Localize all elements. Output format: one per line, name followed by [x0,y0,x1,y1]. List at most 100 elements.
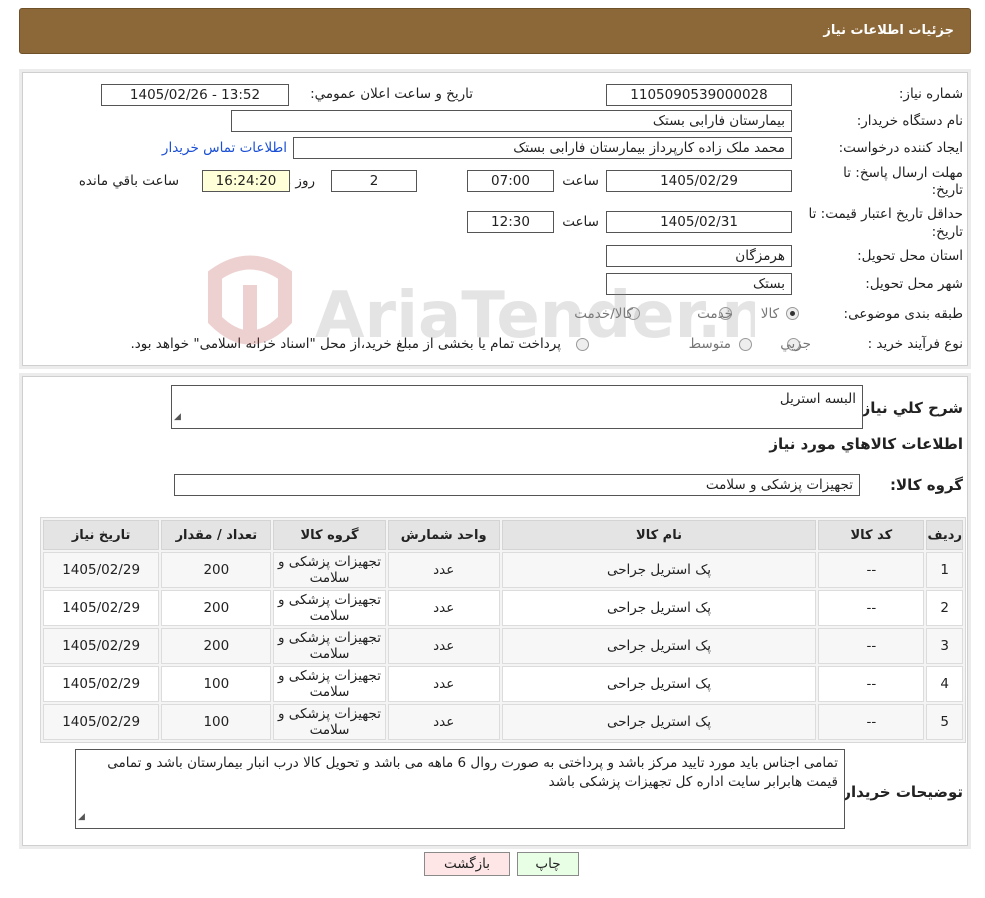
buyer-notes-label: توضیحات خریدار: [836,783,963,801]
process-treasury-radio[interactable] [576,338,589,351]
deadline-time-field: 07:00 [467,170,554,192]
cell-qty: 100 [161,666,272,702]
category-service-label: خدمت [697,306,733,322]
cell-name: پک استریل جراحی [501,628,817,664]
info-panel: شماره نیاز: 1105090539000028 تاریخ و ساع… [22,72,968,366]
cell-qty: 200 [161,552,272,588]
table-row: 3 -- پک استریل جراحی عدد تجهیزات پزشکی و… [43,628,963,664]
cell-row: 4 [926,666,963,702]
details-panel: شرح كلي نياز: البسه استریل ◢ اطلاعات كال… [22,376,968,846]
category-goods-radio[interactable] [786,307,799,320]
deadline-label-2: تاریخ: [931,182,963,198]
remaining-time-field: 16:24:20 [202,170,290,192]
process-note: پرداخت تمام یا بخشی از مبلغ خرید،از محل … [130,336,561,352]
announce-label: تاریخ و ساعت اعلان عمومي: [310,86,473,102]
validity-label: حداقل تاریخ اعتبار قیمت: تا [808,206,963,222]
col-group: گروه کالا [273,520,386,550]
group-field: تجهیزات پزشکی و سلامت [174,474,860,496]
print-button[interactable]: چاپ [517,852,579,876]
province-label: استان محل تحویل: [857,248,963,264]
cell-unit: عدد [387,628,500,664]
need-number-field: 1105090539000028 [606,84,792,106]
table-row: 4 -- پک استریل جراحی عدد تجهیزات پزشکی و… [43,666,963,702]
validity-label-2: تاریخ: [931,224,963,240]
need-number-label: شماره نیاز: [898,86,963,102]
process-medium-radio[interactable] [739,338,752,351]
cell-code: -- [818,704,925,740]
deadline-label: مهلت ارسال پاسخ: تا [843,165,963,181]
buyer-contact-link[interactable]: اطلاعات تماس خریدار [162,140,287,156]
cell-unit: عدد [387,666,500,702]
col-date: تاریخ نیاز [43,520,160,550]
announce-field: 1405/02/26 - 13:52 [101,84,289,106]
page-header: جزئیات اطلاعات نیاز [19,8,971,54]
items-heading: اطلاعات كالاهاي مورد نياز [769,435,963,453]
cell-unit: عدد [387,704,500,740]
cell-group: تجهیزات پزشکی و سلامت [273,704,386,740]
summary-textarea[interactable]: البسه استریل ◢ [171,385,863,429]
creator-label: ایجاد کننده درخواست: [838,140,963,156]
cell-qty: 200 [161,628,272,664]
cell-date: 1405/02/29 [43,704,160,740]
city-field: بستک [606,273,792,295]
cell-row: 3 [926,628,963,664]
cell-row: 5 [926,704,963,740]
col-row: رديف [926,520,963,550]
buyer-org-label: نام دستگاه خریدار: [856,113,963,129]
validity-time-field: 12:30 [467,211,554,233]
remaining-label: ساعت باقي مانده [78,173,179,189]
creator-field: محمد ملک زاده کارپرداز بیمارستان فارابی … [293,137,792,159]
validity-date-field: 1405/02/31 [606,211,792,233]
cell-group: تجهیزات پزشکی و سلامت [273,590,386,626]
cell-name: پک استریل جراحی [501,666,817,702]
cell-code: -- [818,628,925,664]
cell-date: 1405/02/29 [43,552,160,588]
days-field: 2 [331,170,417,192]
resize-grip-icon[interactable]: ◢ [174,408,181,427]
cell-qty: 200 [161,590,272,626]
summary-label: شرح كلي نياز: [855,399,963,417]
cell-unit: عدد [387,552,500,588]
category-label: طبقه بندی موضوعی: [843,306,963,322]
cell-date: 1405/02/29 [43,628,160,664]
table-row: 1 -- پک استریل جراحی عدد تجهیزات پزشکی و… [43,552,963,588]
buyer-notes-textarea[interactable]: تمامی اجناس باید مورد تایید مرکز باشد و … [75,749,845,829]
process-minor-label: جزيي [780,336,811,352]
cell-name: پک استریل جراحی [501,590,817,626]
cell-name: پک استریل جراحی [501,704,817,740]
buyer-org-field: بیمارستان فارابی بستک [231,110,792,132]
cell-group: تجهیزات پزشکی و سلامت [273,628,386,664]
col-code: کد کالا [818,520,925,550]
cell-code: -- [818,666,925,702]
province-field: هرمزگان [606,245,792,267]
deadline-date-field: 1405/02/29 [606,170,792,192]
process-medium-label: متوسط [688,336,731,352]
cell-group: تجهیزات پزشکی و سلامت [273,552,386,588]
city-label: شهر محل تحویل: [865,276,963,292]
page-title: جزئیات اطلاعات نیاز [823,23,954,38]
cell-unit: عدد [387,590,500,626]
items-table: رديف کد کالا نام کالا واحد شمارش گروه کا… [40,517,966,743]
group-label: گروه کالا: [890,476,963,494]
cell-date: 1405/02/29 [43,666,160,702]
col-unit: واحد شمارش [387,520,500,550]
col-qty: تعداد / مقدار [161,520,272,550]
cell-name: پک استریل جراحی [501,552,817,588]
cell-qty: 100 [161,704,272,740]
cell-code: -- [818,552,925,588]
table-row: 2 -- پک استریل جراحی عدد تجهیزات پزشکی و… [43,590,963,626]
cell-row: 2 [926,590,963,626]
cell-date: 1405/02/29 [43,590,160,626]
cell-row: 1 [926,552,963,588]
buyer-notes-text: تمامی اجناس باید مورد تایید مرکز باشد و … [107,755,838,790]
col-name: نام کالا [501,520,817,550]
category-goods-label: کالا [760,306,779,322]
table-row: 5 -- پک استریل جراحی عدد تجهیزات پزشکی و… [43,704,963,740]
validity-time-label: ساعت [562,214,599,230]
resize-grip-icon[interactable]: ◢ [78,808,85,827]
process-label: نوع فرآیند خرید : [867,336,963,352]
category-both-label: کالا/خدمت [574,306,633,322]
deadline-time-label: ساعت [562,173,599,189]
summary-text: البسه استریل [779,391,856,407]
back-button[interactable]: بازگشت [424,852,510,876]
